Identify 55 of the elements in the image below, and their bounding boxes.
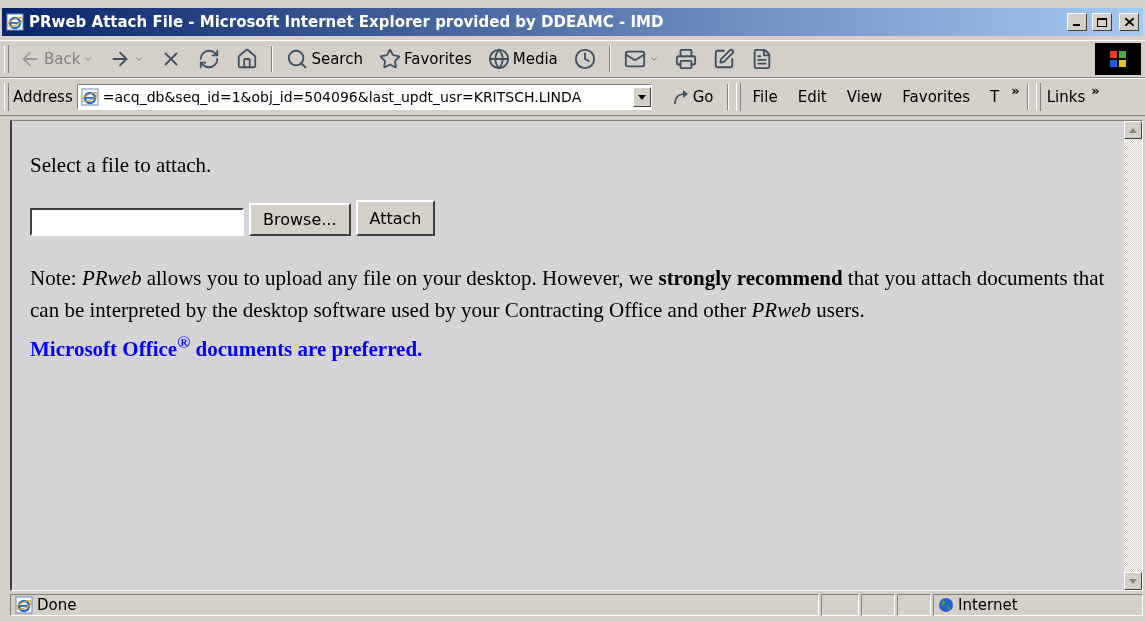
status-text: Done bbox=[37, 596, 77, 614]
up-arrow-icon bbox=[1129, 127, 1137, 133]
down-arrow-icon bbox=[1129, 578, 1137, 584]
home-icon bbox=[236, 48, 259, 70]
instruction-text: Select a file to attach. bbox=[30, 153, 213, 178]
ie-logo-icon bbox=[80, 88, 99, 106]
favorites-button[interactable]: Favorites bbox=[372, 46, 478, 72]
links-button[interactable]: Links bbox=[1044, 86, 1088, 108]
caret-icon bbox=[83, 54, 94, 64]
close-button[interactable] bbox=[1119, 13, 1139, 31]
browse-button[interactable]: Browse... bbox=[249, 203, 351, 236]
scrollbar[interactable] bbox=[1124, 121, 1142, 590]
search-icon bbox=[286, 48, 309, 70]
menu-item[interactable]: T bbox=[982, 86, 1008, 108]
caret-icon bbox=[648, 54, 659, 64]
dropdown-button[interactable] bbox=[632, 87, 651, 107]
zone-text: Internet bbox=[958, 596, 1018, 614]
more-chevron[interactable]: » bbox=[1011, 83, 1020, 98]
star-icon bbox=[378, 48, 401, 70]
ie-logo-icon bbox=[15, 596, 33, 614]
status-panel bbox=[821, 594, 859, 616]
pencil-icon bbox=[712, 48, 735, 70]
refresh-icon bbox=[198, 48, 221, 70]
menu-item[interactable]: Favorites bbox=[894, 86, 979, 108]
maximize-icon bbox=[1097, 17, 1107, 27]
search-button[interactable]: Search bbox=[280, 46, 369, 72]
close-icon bbox=[1124, 18, 1134, 26]
status-panel bbox=[861, 594, 895, 616]
curved-arrow-icon bbox=[671, 88, 690, 106]
ie-logo-icon bbox=[6, 13, 24, 31]
window-title: PRweb Attach File - Microsoft Internet Explorer provided by DDEAMC - IMD bbox=[29, 13, 665, 31]
caret-icon bbox=[637, 94, 646, 100]
menu-item[interactable]: File bbox=[744, 86, 786, 108]
file-path-field[interactable] bbox=[30, 208, 244, 236]
globe-icon bbox=[487, 48, 510, 70]
menu-item[interactable]: View bbox=[838, 86, 891, 108]
more-chevron[interactable]: » bbox=[1091, 83, 1100, 98]
status-panel bbox=[897, 594, 931, 616]
caret-icon bbox=[134, 54, 145, 64]
media-button[interactable]: Media bbox=[481, 46, 564, 72]
globe-icon bbox=[938, 597, 954, 613]
maximize-button[interactable] bbox=[1092, 13, 1112, 31]
address-field[interactable]: =acq_db&seq_id=1&obj_id=504096&last_updt_usr=KRITSCH.LINDA bbox=[76, 84, 652, 110]
scroll-up-button[interactable] bbox=[1124, 121, 1142, 139]
minimize-button[interactable] bbox=[1067, 13, 1087, 31]
window-flag-icon bbox=[1109, 50, 1127, 68]
clock-icon bbox=[573, 48, 596, 70]
attach-button[interactable]: Attach bbox=[355, 200, 436, 236]
printer-icon bbox=[674, 48, 697, 70]
menu-item[interactable]: Edit bbox=[789, 86, 835, 108]
scroll-down-button[interactable] bbox=[1124, 572, 1142, 590]
address-label: Address bbox=[13, 88, 73, 106]
note-text: Note: PRweb allows you to upload any file on your desktop. However, we strongly recommend that you attach documents that can be interpreted by the desktop software used by your Contracting Office and other PRweb users. Microsoft Office$^{®}$ documents are preferred. bbox=[30, 265, 1106, 363]
mail-icon bbox=[623, 48, 646, 70]
go-button[interactable]: Go bbox=[665, 86, 720, 108]
